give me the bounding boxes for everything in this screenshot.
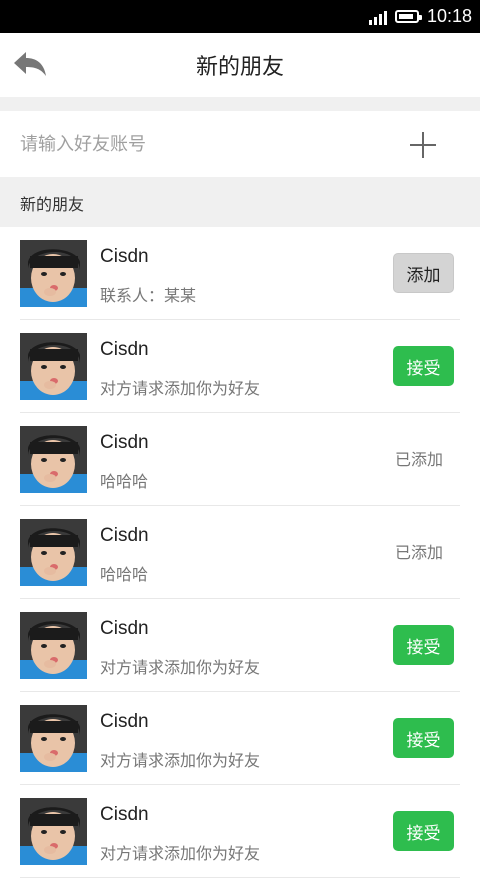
friend-account-input[interactable] — [20, 111, 380, 177]
request-message: 哈哈哈 — [100, 472, 149, 491]
list-item[interactable]: Cisdn 对方请求添加你为好友 接受 — [0, 785, 480, 878]
avatar — [20, 519, 87, 586]
request-message: 联系人：某某 — [100, 286, 197, 305]
section-label: 新的朋友 — [20, 195, 85, 214]
contact-name: Cisdn — [100, 432, 149, 453]
avatar — [20, 333, 87, 400]
list-item[interactable]: Cisdn 对方请求添加你为好友 接受 — [0, 599, 480, 692]
request-message: 对方请求添加你为好友 — [100, 844, 261, 863]
status-bar: 10:18 — [0, 0, 480, 33]
contact-name: Cisdn — [100, 246, 149, 267]
add-friend-plus-icon[interactable] — [403, 128, 443, 162]
contact-name: Cisdn — [100, 711, 149, 732]
request-message: 对方请求添加你为好友 — [100, 658, 261, 677]
list-item[interactable]: Cisdn 对方请求添加你为好友 接受 — [0, 692, 480, 785]
list-item[interactable]: Cisdn 对方请求添加你为好友 接受 — [0, 320, 480, 413]
add-button[interactable]: 添加 — [393, 253, 454, 293]
added-status: 已添加 — [395, 450, 444, 469]
status-time: 10:18 — [426, 6, 472, 26]
status-icons: 10:18 — [368, 0, 472, 33]
search-bar — [0, 111, 480, 177]
back-arrow-icon — [14, 52, 46, 76]
section-header: 新的朋友 — [0, 177, 480, 227]
avatar — [20, 426, 87, 493]
signal-icon — [368, 9, 387, 25]
friend-request-list: Cisdn 联系人：某某 添加 Cisdn 对方请求添加你为好友 接受 Cisdn 哈哈哈… — [0, 227, 480, 878]
contact-name: Cisdn — [100, 618, 149, 639]
accept-button[interactable]: 接受 — [393, 625, 454, 665]
request-message: 对方请求添加你为好友 — [100, 379, 261, 398]
avatar — [20, 705, 87, 772]
contact-name: Cisdn — [100, 339, 149, 360]
avatar — [20, 240, 87, 307]
battery-icon — [394, 10, 422, 23]
title-bar: 新的朋友 — [0, 33, 480, 97]
back-button[interactable] — [10, 47, 50, 83]
spacer — [0, 97, 480, 111]
list-item[interactable]: Cisdn 哈哈哈 已添加 — [0, 413, 480, 506]
added-status: 已添加 — [395, 543, 444, 562]
request-message: 哈哈哈 — [100, 565, 149, 584]
contact-name: Cisdn — [100, 525, 149, 546]
accept-button[interactable]: 接受 — [393, 346, 454, 386]
avatar — [20, 798, 87, 865]
list-item[interactable]: Cisdn 哈哈哈 已添加 — [0, 506, 480, 599]
accept-button[interactable]: 接受 — [393, 718, 454, 758]
contact-name: Cisdn — [100, 804, 149, 825]
avatar — [20, 612, 87, 679]
page-title: 新的朋友 — [195, 55, 284, 80]
list-item[interactable]: Cisdn 联系人：某某 添加 — [0, 227, 480, 320]
request-message: 对方请求添加你为好友 — [100, 751, 261, 770]
accept-button[interactable]: 接受 — [393, 811, 454, 851]
